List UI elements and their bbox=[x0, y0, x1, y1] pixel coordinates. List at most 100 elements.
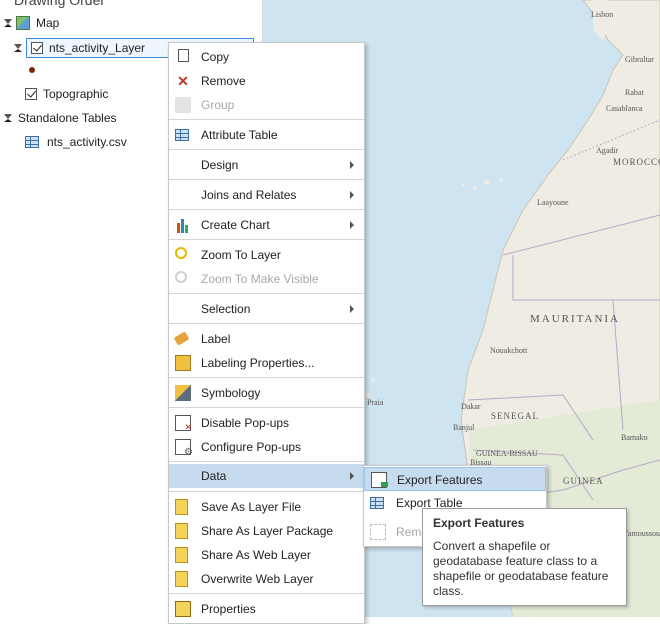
menu-selection[interactable]: Selection bbox=[169, 297, 364, 321]
menu-separator bbox=[169, 149, 364, 150]
drawing-order-title: Drawing Order bbox=[14, 0, 106, 8]
tooltip-title: Export Features bbox=[433, 516, 525, 530]
menu-data[interactable]: Data bbox=[169, 464, 364, 488]
menu-zoom-to-layer[interactable]: Zoom To Layer bbox=[169, 243, 364, 267]
map-label-guinea: GUINEA bbox=[563, 476, 604, 486]
map-label-casablanca: Casablanca bbox=[606, 104, 643, 113]
menu-remove-label: Remove bbox=[201, 74, 246, 88]
expand-tables-icon[interactable] bbox=[4, 114, 12, 122]
menu-share-layer-package[interactable]: Share As Layer Package bbox=[169, 519, 364, 543]
menu-overwrite-web-layer-label: Overwrite Web Layer bbox=[201, 572, 314, 586]
menu-labeling-properties-label: Labeling Properties... bbox=[201, 356, 315, 370]
menu-separator bbox=[169, 407, 364, 408]
chart-icon bbox=[175, 217, 191, 233]
zoom-visible-icon bbox=[175, 271, 187, 283]
submenu-arrow-icon bbox=[350, 472, 354, 480]
standalone-tables-label: Standalone Tables bbox=[18, 111, 117, 125]
menu-zoom-to-layer-label: Zoom To Layer bbox=[201, 248, 281, 262]
layer-package-icon bbox=[175, 523, 188, 539]
menu-design[interactable]: Design bbox=[169, 153, 364, 177]
layer-label: nts_activity_Layer bbox=[49, 41, 146, 55]
disable-popups-icon bbox=[175, 415, 192, 433]
menu-symbology[interactable]: Symbology bbox=[169, 381, 364, 405]
configure-popups-icon bbox=[175, 439, 193, 458]
labeling-properties-icon bbox=[175, 355, 191, 371]
table-label: nts_activity.csv bbox=[47, 135, 127, 149]
menu-zoom-to-make-visible-label: Zoom To Make Visible bbox=[201, 272, 319, 286]
map-label-banjul: Banjul bbox=[453, 423, 475, 432]
overwrite-web-layer-icon bbox=[175, 571, 188, 587]
menu-share-web-layer[interactable]: Share As Web Layer bbox=[169, 543, 364, 567]
export-features-tooltip: Export Features Convert a shapefile or g… bbox=[422, 508, 627, 606]
submenu-export-features-label: Export Features bbox=[397, 473, 483, 487]
standalone-tables-node[interactable]: Standalone Tables bbox=[4, 107, 117, 129]
map-label-guinea-bissau: GUINEA-BISSAU bbox=[476, 449, 538, 458]
map-label-gibraltar: Gibraltar bbox=[625, 55, 654, 64]
menu-copy[interactable]: Copy bbox=[169, 45, 364, 69]
map-label: Map bbox=[36, 16, 60, 30]
map-node[interactable]: Map bbox=[4, 12, 59, 34]
expand-map-icon[interactable] bbox=[4, 19, 12, 27]
menu-attribute-table[interactable]: Attribute Table bbox=[169, 123, 364, 147]
menu-properties[interactable]: Properties bbox=[169, 597, 364, 621]
menu-save-as-layer-file-label: Save As Layer File bbox=[201, 500, 302, 514]
menu-separator bbox=[169, 323, 364, 324]
menu-label[interactable]: Label bbox=[169, 327, 364, 351]
menu-data-label: Data bbox=[201, 469, 227, 483]
menu-separator bbox=[169, 377, 364, 378]
menu-labeling-properties[interactable]: Labeling Properties... bbox=[169, 351, 364, 375]
menu-save-as-layer-file[interactable]: Save As Layer File bbox=[169, 495, 364, 519]
tooltip-body: Convert a shapefile or geodatabase featu… bbox=[433, 539, 609, 598]
submenu-export-features[interactable]: Export Features bbox=[364, 467, 546, 491]
label-icon bbox=[173, 331, 190, 346]
menu-overwrite-web-layer[interactable]: Overwrite Web Layer bbox=[169, 567, 364, 591]
symbology-icon bbox=[175, 385, 191, 401]
map-label-morocco: MOROCCO bbox=[613, 157, 660, 167]
map-icon bbox=[16, 16, 30, 30]
menu-joins-relates[interactable]: Joins and Relates bbox=[169, 183, 364, 207]
group-icon bbox=[175, 97, 191, 113]
menu-disable-popups[interactable]: Disable Pop-ups bbox=[169, 411, 364, 435]
web-layer-icon bbox=[175, 547, 188, 563]
layer-visibility-checkbox[interactable] bbox=[31, 42, 43, 54]
table-node[interactable]: nts_activity.csv bbox=[25, 131, 127, 153]
menu-create-chart-label: Create Chart bbox=[201, 218, 270, 232]
menu-separator bbox=[169, 293, 364, 294]
menu-separator bbox=[169, 491, 364, 492]
basemap-visibility-checkbox[interactable] bbox=[25, 88, 37, 100]
map-label-agadir: Agadir bbox=[596, 146, 619, 155]
menu-configure-popups[interactable]: Configure Pop-ups bbox=[169, 435, 364, 459]
menu-properties-label: Properties bbox=[201, 602, 256, 616]
menu-copy-label: Copy bbox=[201, 50, 230, 64]
basemap-node[interactable]: Topographic bbox=[25, 83, 108, 105]
menu-attribute-table-label: Attribute Table bbox=[201, 128, 278, 142]
menu-selection-label: Selection bbox=[201, 302, 251, 316]
map-label-praia: Praia bbox=[367, 398, 384, 407]
menu-separator bbox=[169, 593, 364, 594]
menu-separator bbox=[169, 119, 364, 120]
map-label-nouakchott: Nouakchott bbox=[490, 346, 528, 355]
menu-separator bbox=[169, 239, 364, 240]
menu-zoom-to-make-visible: Zoom To Make Visible bbox=[169, 267, 364, 291]
menu-share-web-layer-label: Share As Web Layer bbox=[201, 548, 311, 562]
map-label-senegal: SENEGAL bbox=[491, 411, 539, 421]
point-symbol-icon bbox=[29, 67, 35, 73]
map-label-bamako: Bamako bbox=[621, 433, 648, 442]
menu-create-chart[interactable]: Create Chart bbox=[169, 213, 364, 237]
export-features-icon bbox=[371, 472, 388, 488]
menu-group: Group bbox=[169, 93, 364, 117]
submenu-arrow-icon bbox=[350, 191, 354, 199]
menu-disable-popups-label: Disable Pop-ups bbox=[201, 416, 290, 430]
submenu-arrow-icon bbox=[350, 305, 354, 313]
menu-group-label: Group bbox=[201, 98, 235, 112]
layer-file-icon bbox=[175, 499, 188, 515]
layer-symbol bbox=[29, 59, 35, 81]
menu-symbology-label: Symbology bbox=[201, 386, 261, 400]
layer-context-menu: Copy ✕ Remove Group Attribute Table Desi… bbox=[168, 42, 365, 624]
menu-remove[interactable]: ✕ Remove bbox=[169, 69, 364, 93]
copy-icon bbox=[178, 49, 189, 62]
table-icon bbox=[175, 129, 189, 141]
menu-label-label: Label bbox=[201, 332, 231, 346]
expand-layer-icon[interactable] bbox=[14, 44, 22, 52]
properties-icon bbox=[175, 601, 191, 617]
